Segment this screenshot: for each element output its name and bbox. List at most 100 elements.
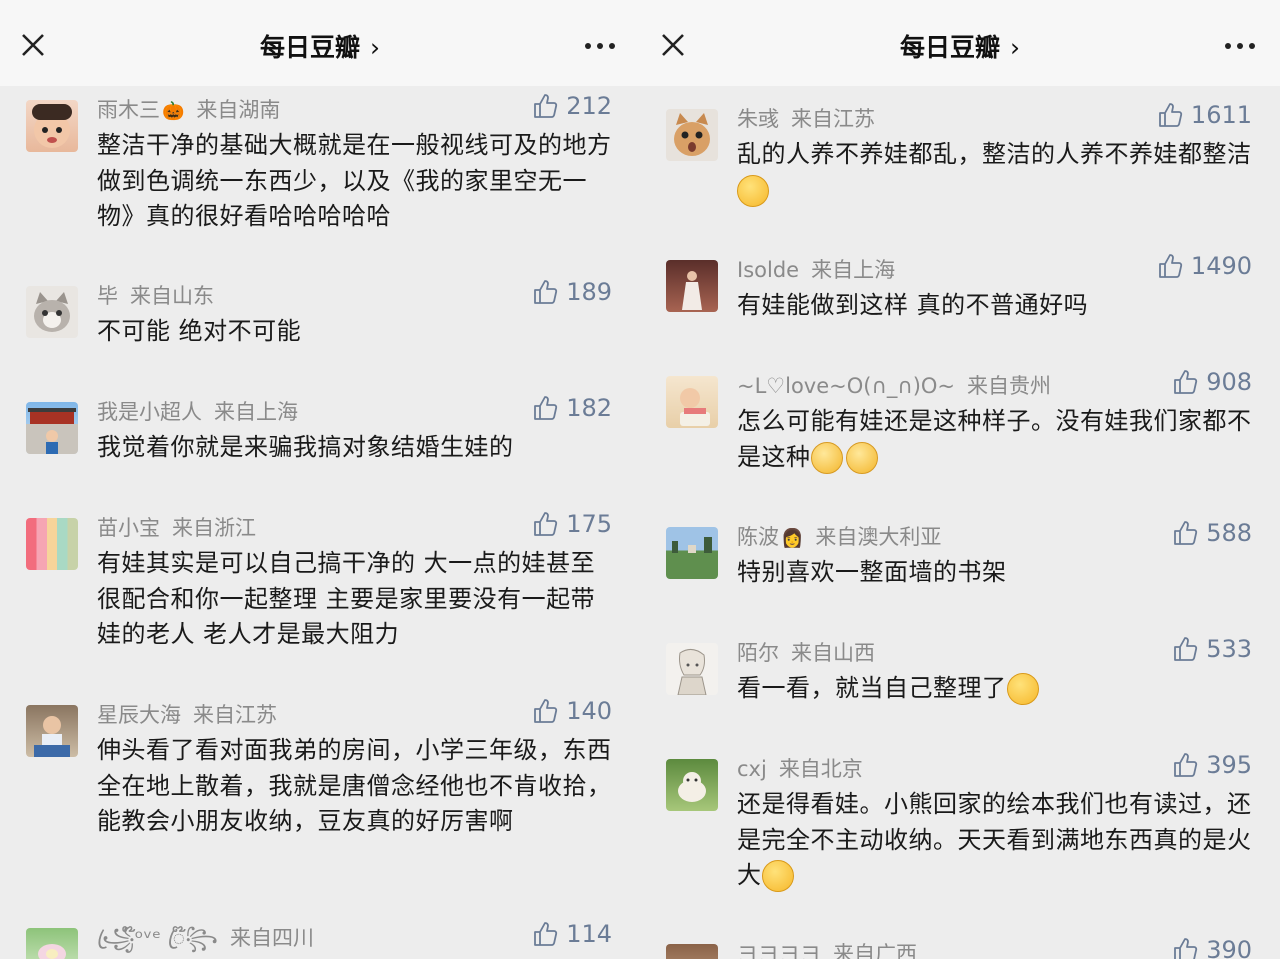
username[interactable]: 毕	[97, 284, 118, 308]
like-count: 908	[1206, 368, 1252, 396]
like-count: 212	[566, 92, 612, 120]
location: 来自江苏	[791, 107, 875, 131]
comment-meta: 毕来自山东	[97, 280, 214, 310]
avatar[interactable]	[666, 527, 718, 579]
like-button[interactable]: 212	[532, 92, 612, 120]
comment-text: 整洁干净的基础大概就是在一般视线可及的地方做到色调统一东西少，以及《我的家里空无…	[97, 131, 612, 230]
comment-meta: 雨木三 🎃 来自湖南	[97, 94, 280, 124]
comment-text: 乱的人养不养娃都乱，整洁的人养不养娃都整洁	[737, 137, 1252, 208]
username[interactable]: ヨヨヨヨ	[737, 942, 821, 959]
like-count: 533	[1206, 635, 1252, 663]
avatar[interactable]	[26, 928, 78, 959]
avatar[interactable]	[26, 518, 78, 570]
like-count: 189	[566, 278, 612, 306]
thumbs-up-icon	[534, 699, 558, 723]
like-button[interactable]: 140	[532, 697, 612, 725]
comment-meta: 朱彧 来自江苏	[737, 103, 875, 133]
username[interactable]: 朱彧	[737, 107, 779, 131]
like-count: 395	[1206, 751, 1252, 779]
thumbs-up-icon	[1159, 103, 1183, 127]
comment-meta: ~L♡love~O(∩_∩)O~ 来自贵州	[737, 370, 1051, 400]
thumbs-up-icon	[1174, 637, 1198, 661]
location: 来自山西	[791, 641, 875, 665]
username[interactable]: 我是小超人	[97, 400, 202, 424]
like-count: 1490	[1190, 252, 1252, 280]
right-header: 每日豆瓣 ›	[640, 0, 1280, 86]
like-button[interactable]: 908	[1172, 368, 1252, 396]
comment-meta: Isolde 来自上海	[737, 254, 895, 284]
like-button[interactable]: 395	[1172, 751, 1252, 779]
more-icon[interactable]	[1220, 30, 1260, 60]
comment-text: 不可能 绝对不可能	[97, 317, 302, 345]
like-button[interactable]: 533	[1172, 635, 1252, 663]
thumbs-up-icon	[534, 922, 558, 946]
chevron-right-icon: ›	[370, 33, 380, 62]
thumbs-up-icon	[1174, 521, 1198, 545]
left-panel: 每日豆瓣 › 雨木三 🎃 来自湖南 212 整洁干净的基础大概就是在一般视线可及的地方…	[0, 0, 640, 959]
username[interactable]: 星辰大海	[97, 703, 181, 727]
avatar[interactable]	[26, 705, 78, 757]
location: 来自上海	[214, 400, 298, 424]
username[interactable]: 苗小宝	[97, 516, 160, 540]
avatar[interactable]	[26, 286, 78, 338]
more-icon[interactable]	[580, 30, 620, 60]
username[interactable]: cxj	[737, 757, 767, 781]
location: 来自浙江	[172, 516, 256, 540]
like-button[interactable]: 1490	[1157, 252, 1252, 280]
comment-text: 我觉着你就是来骗我搞对象结婚生娃的	[97, 433, 514, 461]
avatar[interactable]	[666, 759, 718, 811]
avatar[interactable]	[666, 376, 718, 428]
username[interactable]: Isolde	[737, 258, 799, 282]
like-button[interactable]: 114	[532, 920, 612, 948]
like-button[interactable]: 189	[532, 278, 612, 306]
comment-text: 有娃其实是可以自己搞干净的 大一点的娃甚至很配合和你一起整理 主要是家里要没有一…	[97, 549, 596, 648]
avatar[interactable]	[666, 944, 718, 959]
like-count: 182	[566, 394, 612, 422]
like-count: 175	[566, 510, 612, 538]
avatar[interactable]	[666, 260, 718, 312]
page-title-text: 每日豆瓣	[259, 33, 360, 62]
location: 来自澳大利亚	[815, 525, 942, 549]
like-count: 140	[566, 697, 612, 725]
username[interactable]: ꧁ꦿ໊ᵒᵛᵉ ꦿ໊꧂	[97, 926, 218, 950]
thumbs-up-icon	[534, 396, 558, 420]
like-count: 114	[566, 920, 612, 948]
comment-text: 特别喜欢一整面墙的书架	[737, 558, 1007, 586]
username[interactable]: 陌尔	[737, 641, 779, 665]
comment-meta: 星辰大海 来自江苏	[97, 699, 277, 729]
comment-meta: cxj 来自北京	[737, 753, 863, 783]
smile-emoji-icon	[1006, 673, 1039, 705]
thumbs-up-icon	[1174, 370, 1198, 394]
comment-text-body: 还是得看娃。小熊回家的绘本我们也有读过，还是完全不主动收纳。天天看到满地东西真的…	[737, 790, 1252, 889]
emoji-icon	[737, 174, 769, 207]
avatar[interactable]	[666, 643, 718, 695]
username[interactable]: 雨木三	[97, 98, 160, 122]
comment-text: 伸头看了看对面我弟的房间，小学三年级，东西全在地上散着，我就是唐僧念经他也不肯收…	[97, 736, 612, 835]
username[interactable]: 陈波	[737, 525, 779, 549]
like-button[interactable]: 182	[532, 394, 612, 422]
like-button[interactable]: 588	[1172, 519, 1252, 547]
comment-meta: ヨヨヨヨ 来自广西	[737, 938, 917, 959]
comment-meta: 我是小超人 来自上海	[97, 396, 298, 426]
location: 来自北京	[778, 757, 863, 781]
page-title[interactable]: 每日豆瓣 ›	[0, 28, 640, 64]
like-button[interactable]: 175	[532, 510, 612, 538]
thumbs-up-icon	[1174, 753, 1198, 777]
like-button[interactable]: 1611	[1157, 101, 1252, 129]
page-title[interactable]: 每日豆瓣 ›	[640, 28, 1280, 64]
location: 来自山东	[130, 284, 214, 308]
thumbs-up-icon	[534, 512, 558, 536]
chevron-right-icon: ›	[1010, 33, 1020, 62]
comment-text: 还是得看娃。小熊回家的绘本我们也有读过，还是完全不主动收纳。天天看到满地东西真的…	[737, 787, 1252, 894]
like-count: 1611	[1190, 101, 1252, 129]
avatar[interactable]	[666, 109, 718, 161]
pumpkin-icon: 🎃	[162, 101, 185, 122]
username[interactable]: ~L♡love~O(∩_∩)O~	[737, 374, 955, 398]
location: 来自上海	[811, 258, 896, 282]
cat-emoji-icon	[810, 441, 843, 474]
comment-text-body: 看一看，就当自己整理了	[737, 674, 1007, 702]
like-button[interactable]: 390	[1172, 936, 1252, 959]
avatar[interactable]	[26, 402, 78, 454]
stressed-emoji-icon	[761, 860, 794, 892]
avatar[interactable]	[26, 100, 78, 152]
